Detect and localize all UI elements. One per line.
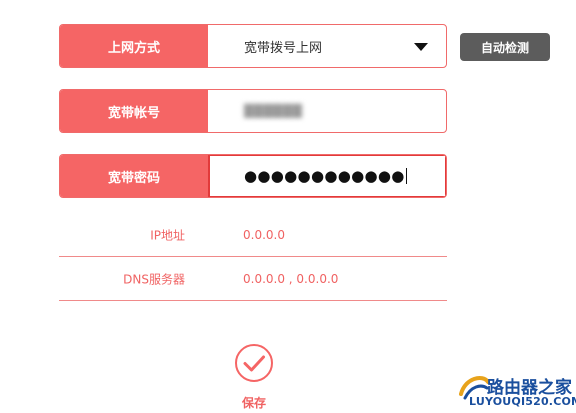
ip-address-label: IP地址 <box>150 228 185 242</box>
dns-server-value: 0.0.0.0 , 0.0.0.0 <box>243 271 339 286</box>
ip-address-value: 0.0.0.0 <box>243 227 285 242</box>
broadband-account-value: ██████ <box>244 104 303 118</box>
connection-method-label: 上网方式 <box>60 25 208 67</box>
dns-server-row: DNS服务器 0.0.0.0 , 0.0.0.0 <box>59 257 447 301</box>
connection-method-select[interactable]: 宽带拨号上网 <box>208 25 446 67</box>
broadband-account-label: 宽带帐号 <box>60 90 208 132</box>
save-button-label[interactable]: 保存 <box>224 394 284 411</box>
broadband-password-row: 宽带密码 ●●●●●●●●●●●● <box>59 154 447 198</box>
text-cursor <box>405 168 407 184</box>
dropdown-caret-icon[interactable] <box>414 43 428 51</box>
broadband-account-input[interactable]: ██████ <box>208 90 446 132</box>
connection-method-row: 上网方式 宽带拨号上网 <box>59 24 447 68</box>
check-circle-icon[interactable] <box>234 343 274 383</box>
watermark-en-text: LUYOUQI520.COM <box>469 395 576 408</box>
broadband-account-row: 宽带帐号 ██████ <box>59 89 447 133</box>
broadband-password-label: 宽带密码 <box>60 155 208 197</box>
auto-detect-button[interactable]: 自动检测 <box>460 33 550 61</box>
connection-method-value: 宽带拨号上网 <box>244 40 323 56</box>
ip-address-row: IP地址 0.0.0.0 <box>59 213 447 257</box>
watermark-logo: 路由器之家 LUYOUQI520.COM <box>457 372 576 410</box>
broadband-password-value: ●●●●●●●●●●●● <box>244 167 405 185</box>
dns-server-label: DNS服务器 <box>123 272 185 286</box>
broadband-password-input[interactable]: ●●●●●●●●●●●● <box>208 155 446 197</box>
